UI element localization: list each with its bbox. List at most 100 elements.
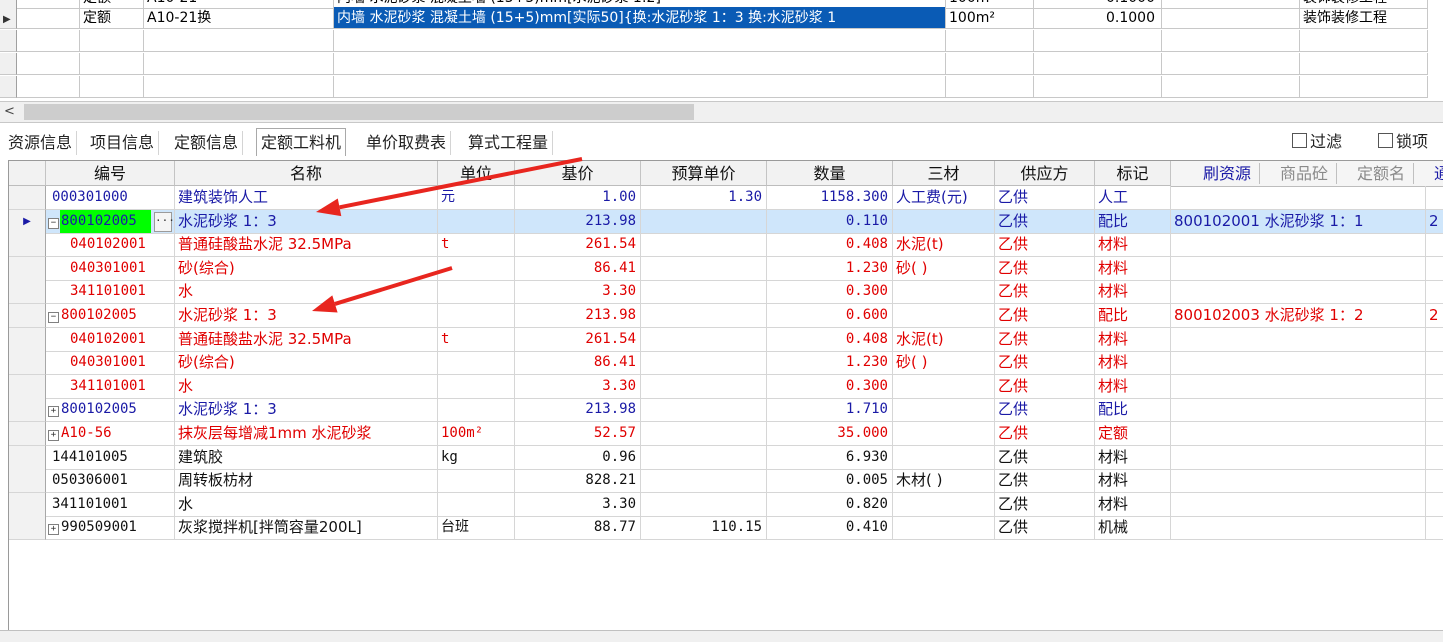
row-header[interactable] [9,256,46,281]
cell-name[interactable]: 水 [175,492,438,517]
cell-replacement-info[interactable] [1171,445,1426,470]
cell-overflow[interactable] [1426,398,1443,423]
cell-replacement-info[interactable]: 800102001 水泥砂浆 1：1 [1171,209,1426,234]
cell-code[interactable]: +990509001 [46,516,175,541]
table-row[interactable]: ▶ −800102005 ··· 水泥砂浆 1：3 213.98 0.110 乙供 配比 800… [9,209,1443,234]
cell-base-price[interactable]: 828.21 [515,469,641,494]
table-row[interactable]: +990509001 灰浆搅拌机[拌筒容量200L] 台班 88.77 110.15 0.… [9,516,1443,541]
cell-three-materials[interactable] [893,209,995,234]
cell-name[interactable]: 水 [175,280,438,305]
cell-name[interactable]: 灰浆搅拌机[拌筒容量200L] [175,516,438,541]
cell-budget-price[interactable] [641,327,767,352]
cell-quantity[interactable]: 0.300 [767,374,893,399]
row-header[interactable] [9,516,46,541]
table-row[interactable]: 144101005 建筑胶 kg 0.96 6.930 乙供 材料 [9,445,1443,470]
tab-project-info[interactable]: 项目信息 [86,131,160,155]
cell-unit[interactable] [438,304,515,328]
cell-code[interactable]: 000301000 [46,186,175,210]
cell-base-price[interactable]: 213.98 [515,304,641,328]
cell-base-price[interactable]: 213.98 [515,398,641,423]
column-header-supplier[interactable]: 供应方 [995,161,1095,186]
cell-supplier[interactable]: 乙供 [995,280,1095,305]
cell-three-materials[interactable] [893,492,995,517]
cell-overflow[interactable] [1426,233,1443,258]
cell-replacement-info[interactable] [1171,492,1426,517]
cell-base-price[interactable]: 88.77 [515,516,641,541]
cell-three-materials[interactable]: 砂( ) [893,256,995,281]
cell-supplier[interactable]: 乙供 [995,233,1095,258]
cell-budget-price[interactable] [641,422,767,446]
cell-budget-price[interactable] [641,280,767,305]
row-pointer-icon[interactable]: ▶ [9,209,46,234]
cell-quantity[interactable]: 0.600 [767,304,893,328]
row-header[interactable] [9,374,46,399]
cell-quantity[interactable]: 0.300 [767,280,893,305]
row-header[interactable] [9,398,46,423]
cell-overflow[interactable] [1426,257,1443,281]
cell-three-materials[interactable] [893,374,995,399]
lock-checkbox[interactable]: 锁项 [1378,131,1428,153]
cell-name[interactable]: 砂(综合) [175,351,438,376]
cell-quantity[interactable]: 0.005 [767,469,893,494]
cell-supplier[interactable]: 乙供 [995,327,1095,352]
cell-mark[interactable]: 定额 [1095,422,1171,446]
cell-unit[interactable] [438,398,515,423]
cell-three-materials[interactable]: 水泥(t) [893,327,995,352]
side-overflow-button[interactable]: 通 [1426,163,1443,184]
cell-name[interactable]: 普通硅酸盐水泥 32.5MPa [175,327,438,352]
cell-quantity[interactable]: 1.230 [767,256,893,281]
table-row[interactable]: 040301001 砂(综合) 86.41 1.230 砂( ) 乙供 材料 [9,351,1443,376]
cell-quantity[interactable]: 0.408 [767,233,893,258]
cell-replacement-info[interactable] [1171,280,1426,305]
scroll-left-arrow-icon[interactable]: < [4,104,15,119]
row-header[interactable] [9,186,46,210]
cell-base-price[interactable]: 3.30 [515,280,641,305]
tab-resource-info[interactable]: 资源信息 [4,131,78,155]
cell-mark[interactable]: 材料 [1095,445,1171,470]
cell-mark[interactable]: 人工 [1095,186,1171,210]
row-header[interactable] [9,280,46,305]
cell-replacement-info[interactable] [1171,374,1426,399]
cell-unit[interactable] [438,492,515,517]
table-row[interactable]: −800102005 水泥砂浆 1：3 213.98 0.600 乙供 配比 8001020… [9,304,1443,328]
cell-name[interactable]: 建筑胶 [175,445,438,470]
cell-budget-price[interactable] [641,233,767,258]
cell-mark[interactable]: 材料 [1095,256,1171,281]
cell-overflow[interactable] [1426,422,1443,446]
cell-base-price[interactable]: 213.98 [515,209,641,234]
cell-three-materials[interactable] [893,422,995,446]
cell-overflow[interactable] [1426,186,1443,210]
row-header[interactable] [9,445,46,470]
cell-name[interactable]: 水 [175,374,438,399]
cell-mark[interactable]: 材料 [1095,469,1171,494]
column-header-code[interactable]: 编号 [46,161,175,186]
cell-name[interactable]: 普通硅酸盐水泥 32.5MPa [175,233,438,258]
table-row[interactable]: 040301001 砂(综合) 86.41 1.230 砂( ) 乙供 材料 [9,256,1443,281]
cell-budget-price[interactable] [641,469,767,494]
cell-base-price[interactable]: 3.30 [515,492,641,517]
cell-three-materials[interactable] [893,445,995,470]
commercial-concrete-button[interactable]: 商品砼 [1272,163,1338,184]
cell-base-price[interactable]: 86.41 [515,351,641,376]
row-header[interactable] [9,422,46,446]
cell-code[interactable]: +800102005 [46,398,175,423]
expand-icon[interactable]: + [48,430,59,441]
cell-unit[interactable]: t [438,233,515,258]
cell-budget-price[interactable]: 110.15 [641,516,767,541]
tab-quota-labor-material-machine[interactable]: 定额工料机 [256,128,347,156]
cell-supplier[interactable]: 乙供 [995,445,1095,470]
cell-base-price[interactable]: 86.41 [515,256,641,281]
ellipsis-button[interactable]: ··· [154,211,174,232]
filter-checkbox[interactable]: 过滤 [1292,131,1342,153]
upper-grid-empty-row[interactable] [0,53,1443,76]
cell-budget-price[interactable] [641,351,767,376]
table-row[interactable]: +800102005 水泥砂浆 1：3 213.98 1.710 乙供 配比 [9,398,1443,423]
cell-overflow[interactable]: 2 [1426,304,1443,328]
cell-unit[interactable] [438,209,515,234]
cell-code[interactable]: 040301001 [46,351,175,376]
table-row[interactable]: + A10-56 抹灰层每增减1mm 水泥砂浆 100m² 52.57 35.000 乙供定… [9,422,1443,446]
cell-mark[interactable]: 材料 [1095,351,1171,376]
tab-formula-quantity[interactable]: 算式工程量 [464,131,554,155]
table-row[interactable]: 341101001 水 3.30 0.300 乙供 材料 [9,280,1443,305]
cell-unit[interactable] [438,374,515,399]
